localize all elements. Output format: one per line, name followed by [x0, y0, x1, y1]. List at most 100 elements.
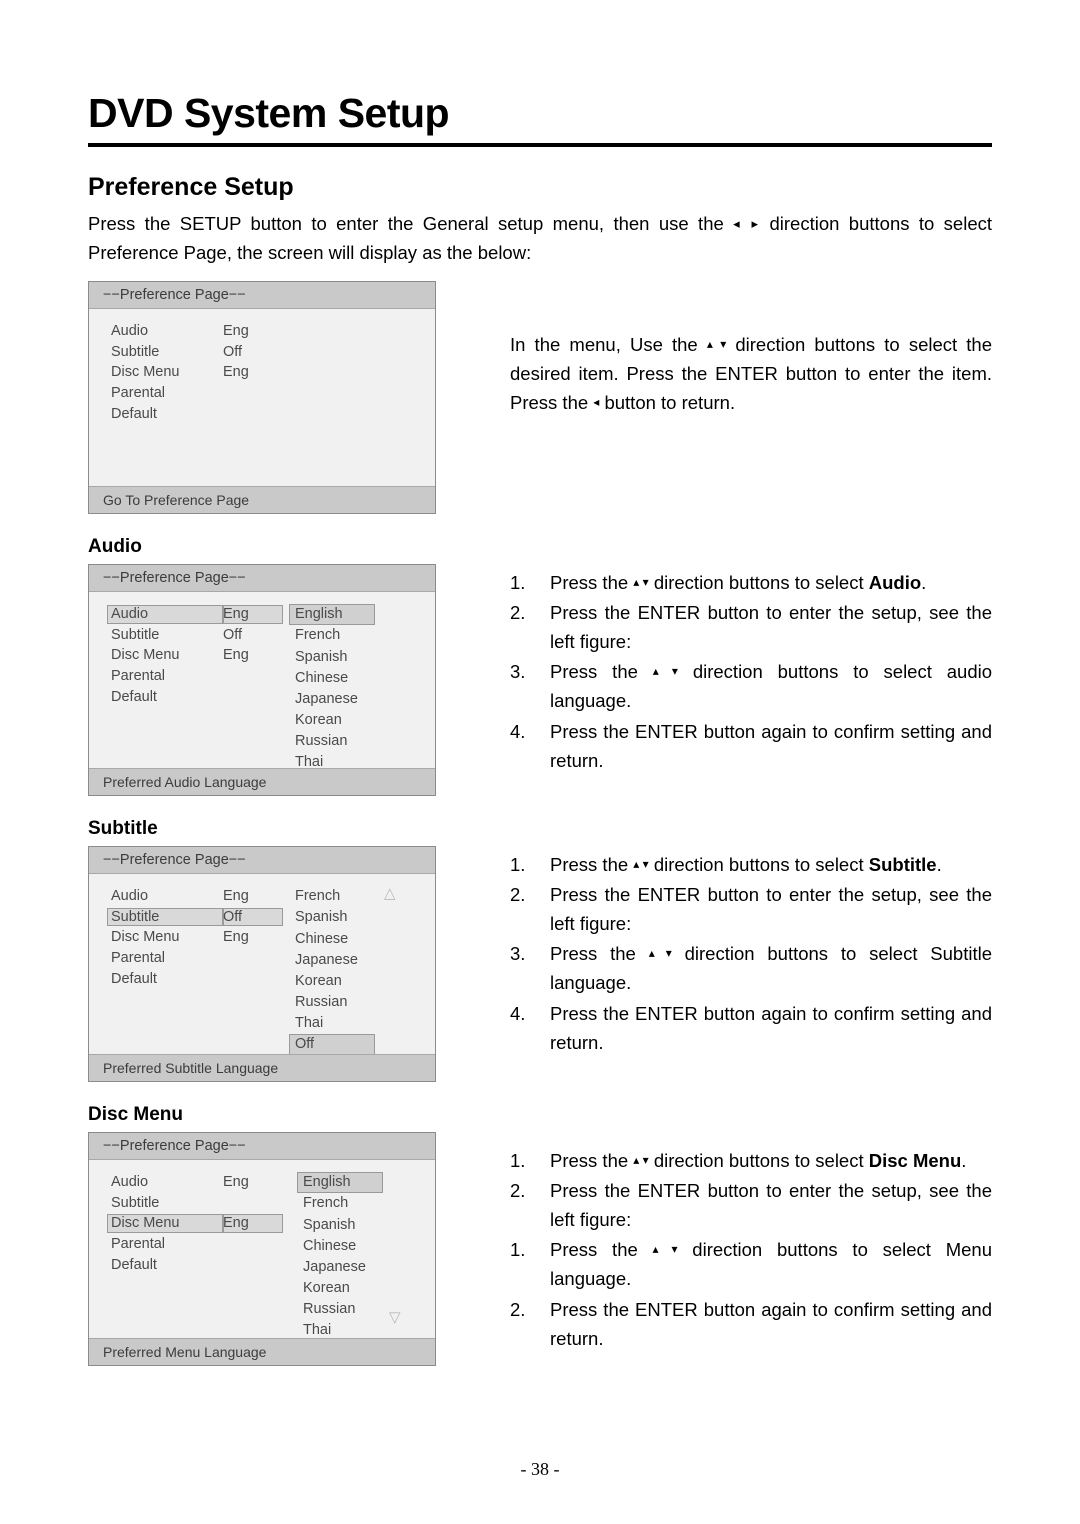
osd-option[interactable]: Korean — [297, 1278, 383, 1299]
osd-option[interactable]: Russian — [289, 731, 375, 752]
page-title: DVD System Setup — [88, 90, 992, 147]
osd-screen-subtitle-wrap: −−Preference Page−− Audio Eng Subtitle O… — [88, 846, 438, 1083]
osd-menu-row[interactable]: Subtitle Off — [107, 625, 435, 646]
note-text-1: In the menu, Use the — [510, 333, 698, 355]
osd-menu-row-selected[interactable]: Disc Menu Eng — [107, 1213, 435, 1234]
osd-status-bar-0: Go To Preference Page — [89, 486, 435, 514]
osd-menu-row[interactable]: Parental — [107, 1234, 435, 1255]
osd-item-value — [223, 949, 283, 968]
step-text-pre: Press the ENTER button again to confirm … — [550, 720, 992, 771]
osd-menu-list-0: Audio Eng Subtitle Off Disc Menu Eng Par… — [89, 321, 435, 424]
osd-option[interactable]: Chinese — [289, 929, 375, 950]
step-number: 2. — [510, 1180, 526, 1202]
osd-menu-row[interactable]: Parental — [107, 383, 435, 404]
osd-item-label: Subtitle — [111, 343, 160, 360]
scroll-down-icon[interactable]: ▽ — [389, 1308, 401, 1326]
osd-menu-row[interactable]: Subtitle Off — [107, 342, 435, 363]
osd-item-value — [223, 970, 283, 989]
list-item: 2. Press the ENTER button to enter the s… — [510, 1176, 992, 1234]
step-text-pre: Press the ENTER button again to confirm … — [550, 1298, 992, 1349]
osd-option[interactable]: Russian — [289, 992, 375, 1013]
osd-option[interactable]: English — [289, 604, 375, 626]
list-item: 3. Press the ▴ ▾ direction buttons to se… — [510, 939, 992, 997]
page-number: - 38 - — [520, 1459, 560, 1479]
list-item: 1. Press the ▴ ▾ direction buttons to se… — [510, 568, 992, 597]
step-text-pre: Press the ENTER button to enter the setu… — [550, 602, 992, 653]
osd-option[interactable]: Russian — [297, 1299, 383, 1320]
up-down-arrow-icon: ▴ ▾ — [633, 1153, 649, 1168]
osd-option[interactable]: Chinese — [297, 1236, 383, 1257]
osd-menu-row[interactable]: Default — [107, 687, 435, 708]
osd-menu-row[interactable]: Default — [107, 969, 435, 990]
intro-text-1: Press the SETUP button to enter the Gene… — [88, 213, 724, 234]
osd-item-label: Subtitle — [111, 1194, 160, 1211]
osd-body-1: Audio Eng Subtitle Off Disc Menu Eng Par… — [89, 592, 435, 770]
osd-option[interactable]: Spanish — [289, 647, 375, 668]
osd-item-label: Disc Menu — [111, 364, 180, 381]
step-number: 2. — [510, 1298, 526, 1320]
row-preference-overview: −−Preference Page−− Audio Eng Subtitle O… — [88, 281, 992, 515]
step-number: 3. — [510, 661, 526, 683]
osd-menu-row-selected[interactable]: Subtitle Off — [107, 907, 435, 928]
osd-option[interactable]: Thai — [289, 1013, 375, 1034]
osd-option[interactable]: Japanese — [297, 1257, 383, 1278]
osd-option[interactable]: Japanese — [289, 689, 375, 710]
osd-screen-preference: −−Preference Page−− Audio Eng Subtitle O… — [88, 281, 436, 515]
osd-item-value: Eng — [223, 929, 249, 946]
osd-menu-row[interactable]: Disc Menu Eng — [107, 362, 435, 383]
osd-item-label: Parental — [111, 1235, 166, 1252]
osd-item-label: Subtitle — [111, 626, 160, 643]
osd-option[interactable]: English — [297, 1172, 383, 1194]
step-text-post: direction buttons to select — [653, 854, 864, 876]
intro-paragraph: Press the SETUP button to enter the Gene… — [88, 210, 992, 267]
osd-menu-row[interactable]: Default — [107, 404, 435, 425]
osd-screen-discmenu-wrap: −−Preference Page−− Audio Eng Subtitle D… — [88, 1132, 438, 1367]
osd-menu-row[interactable]: Audio Eng — [107, 321, 435, 342]
osd-menu-row[interactable]: Subtitle — [107, 1193, 435, 1214]
osd-menu-row[interactable]: Parental — [107, 666, 435, 687]
osd-option-list-audio: English French Spanish Chinese Japanese … — [289, 604, 375, 773]
osd-option[interactable]: Chinese — [289, 668, 375, 689]
osd-option[interactable]: French — [289, 886, 375, 907]
osd-screen-subtitle: −−Preference Page−− Audio Eng Subtitle O… — [88, 846, 436, 1083]
osd-item-label: Audio — [107, 605, 223, 624]
osd-option[interactable]: Spanish — [297, 1215, 383, 1236]
step-number: 1. — [510, 1239, 526, 1261]
osd-menu-row[interactable]: Disc Menu Eng — [107, 645, 435, 666]
osd-option[interactable]: French — [297, 1193, 383, 1214]
osd-item-label: Parental — [111, 384, 166, 401]
list-item: 2. Press the ENTER button again to confi… — [510, 1295, 992, 1353]
subheading-disc-menu: Disc Menu — [88, 1104, 184, 1126]
osd-item-label: Default — [111, 688, 157, 705]
row-subtitle: −−Preference Page−− Audio Eng Subtitle O… — [88, 846, 992, 1083]
step-text-pre: Press the — [550, 661, 638, 683]
osd-menu-row-selected[interactable]: Audio Eng — [107, 604, 435, 625]
up-down-arrow-icon: ▴ ▾ — [706, 336, 727, 351]
osd-item-value — [223, 1235, 283, 1254]
step-text-pre: Press the — [550, 854, 629, 876]
osd-menu-row[interactable]: Audio Eng — [107, 1172, 435, 1193]
osd-item-label: Parental — [111, 667, 166, 684]
page: DVD System Setup Preference Setup Press … — [0, 0, 1080, 1524]
list-item: 2. Press the ENTER button to enter the s… — [510, 880, 992, 938]
osd-option[interactable]: Korean — [289, 710, 375, 731]
osd-item-value: Off — [223, 907, 283, 927]
osd-menu-row[interactable]: Default — [107, 1255, 435, 1276]
osd-page-header-0: −−Preference Page−− — [89, 282, 435, 310]
osd-option[interactable]: French — [289, 625, 375, 646]
osd-body-3: Audio Eng Subtitle Disc Menu Eng Parenta… — [89, 1160, 435, 1338]
preference-note: In the menu, Use the ▴ ▾ direction butto… — [438, 281, 992, 436]
osd-option[interactable]: Japanese — [289, 950, 375, 971]
step-text-bold: Disc Menu — [868, 1150, 962, 1172]
osd-menu-row[interactable]: Parental — [107, 948, 435, 969]
osd-option[interactable]: Spanish — [289, 907, 375, 928]
osd-menu-row[interactable]: Disc Menu Eng — [107, 927, 435, 948]
osd-option[interactable]: Korean — [289, 971, 375, 992]
step-text-tail: . — [961, 1150, 967, 1172]
osd-item-value: Eng — [223, 364, 249, 381]
scroll-up-icon[interactable]: △ — [384, 884, 396, 902]
step-number: 2. — [510, 884, 526, 906]
osd-option[interactable]: Off — [289, 1034, 375, 1056]
left-right-arrow-icon: ◂ ▸ — [733, 216, 761, 231]
up-down-arrow-icon: ▴ ▾ — [648, 946, 672, 961]
